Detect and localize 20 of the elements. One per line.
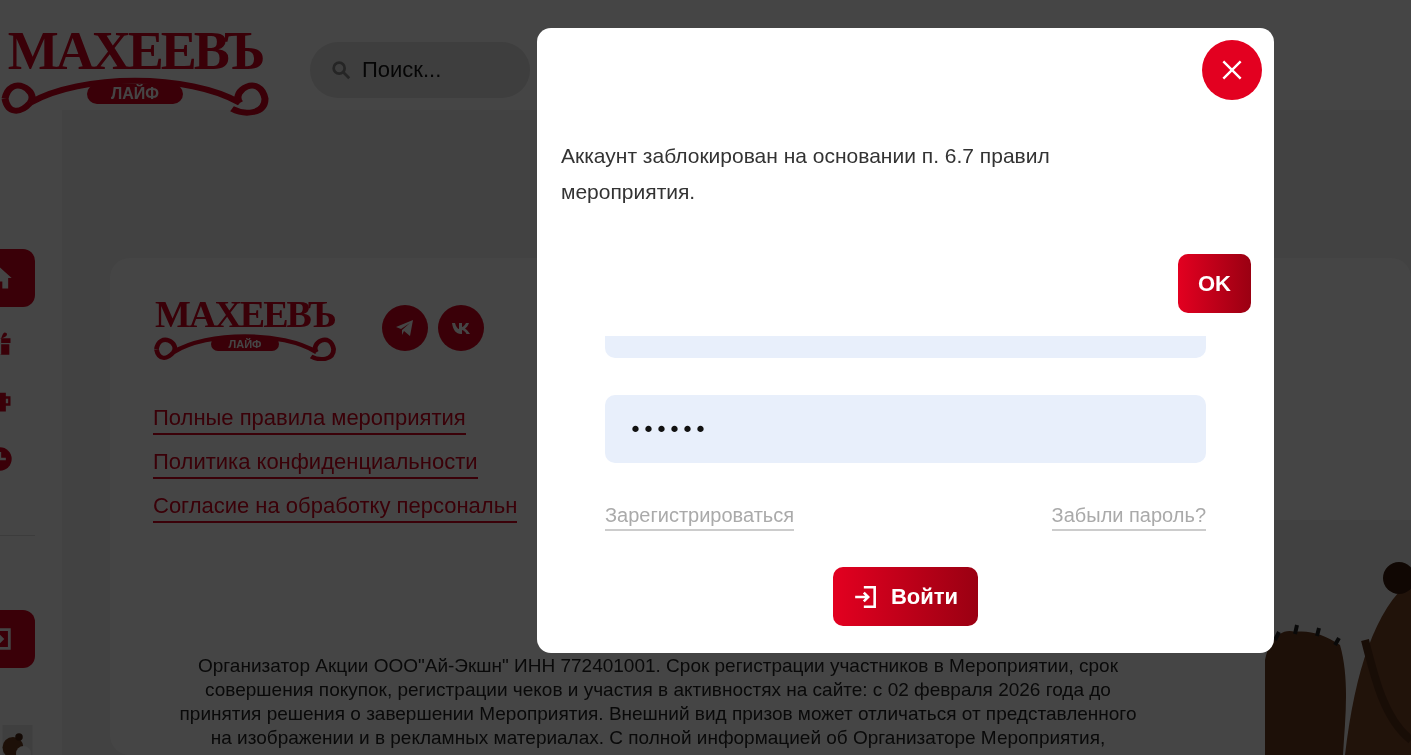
search-icon [330, 59, 352, 81]
password-field[interactable]: •••••• [605, 395, 1206, 463]
legal-text: совершения покупок, регистрации чеков и участия в активностях на сайте: с 02 февраля 2026 года до [205, 678, 1111, 702]
footer-link[interactable]: Полные правила мероприятия [153, 403, 466, 435]
social-link[interactable] [438, 305, 484, 351]
login-button[interactable]: Войти [832, 567, 979, 626]
forgot-password-link[interactable]: Забыли пароль? [1051, 501, 1206, 531]
legal-text: на изображении и в рекламных материалах. С полной информацией об Организаторе Мероприятия, [210, 726, 1106, 750]
social-link[interactable] [382, 305, 428, 351]
search-field[interactable]: Поиск... [310, 42, 530, 98]
ok-button[interactable]: OK [1178, 254, 1251, 313]
close-button[interactable] [1202, 40, 1262, 100]
logo[interactable]: МАХЕЕВЪ ЛАЙФ [153, 295, 337, 361]
footer-link[interactable]: Согласие на обработку персональн [153, 491, 518, 523]
legal-text: принятия решения о завершении Мероприятия. Внешний вид призов может отличаться от представленного [179, 702, 1137, 726]
register-link[interactable]: Зарегистрироваться [605, 501, 795, 531]
footer-link[interactable]: Политика конфиденциальности [153, 447, 478, 479]
alert-message: Аккаунт заблокирован на основании п. 6.7 правил мероприятия. [561, 143, 1051, 205]
legal-text: Организатор Акции ООО"Ай-Экшн" ИНН 772401001. Срок регистрации участников в Мероприятии, срок [198, 654, 1118, 678]
login-icon [852, 583, 879, 610]
